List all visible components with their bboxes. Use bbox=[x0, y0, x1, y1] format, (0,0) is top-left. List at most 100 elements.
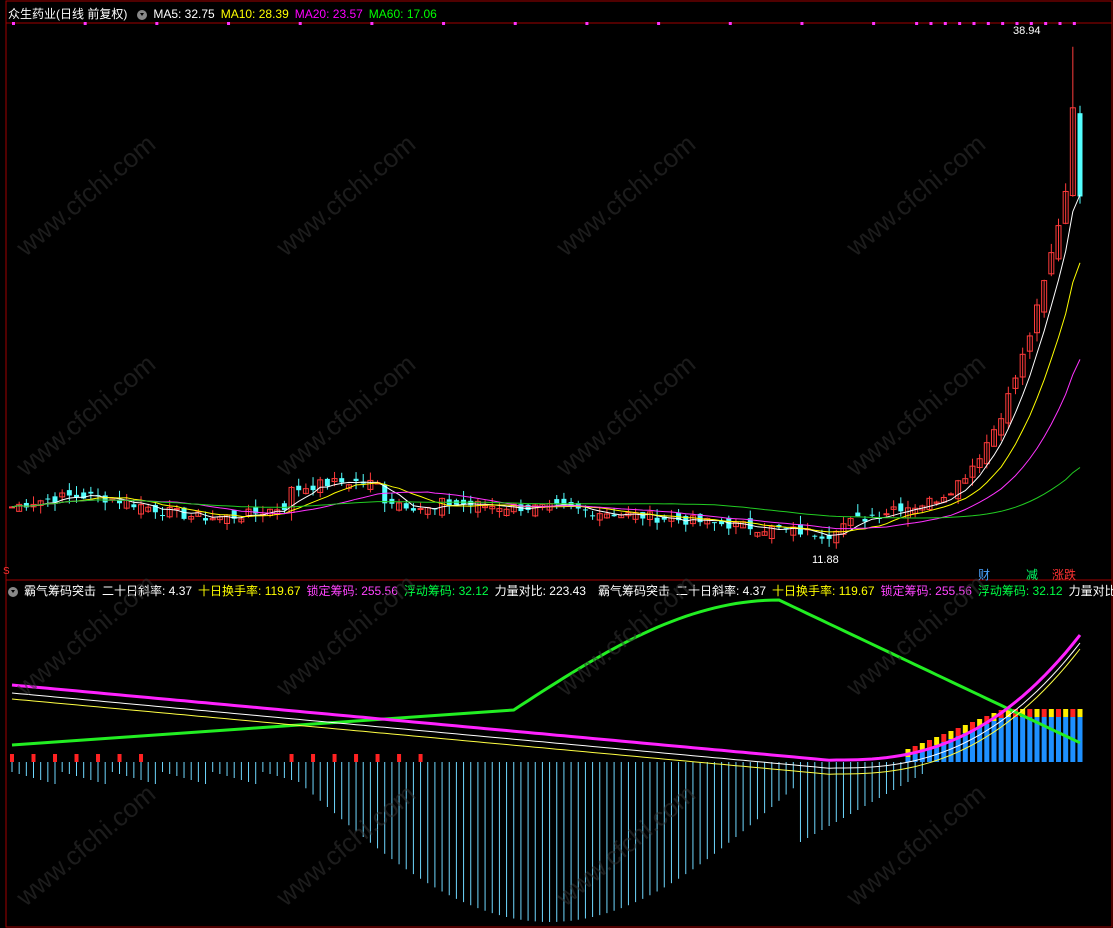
candle-body bbox=[339, 478, 345, 483]
ma-legend: MA5: 32.75 MA10: 28.39 MA20: 23.57 MA60: 17… bbox=[153, 7, 443, 21]
stock-title[interactable]: 众生药业(日线 前复权) bbox=[8, 7, 127, 21]
ma-label-1: MA10: 28.39 bbox=[220, 7, 289, 21]
signal-dot bbox=[1001, 22, 1005, 25]
candle-body bbox=[88, 491, 94, 494]
candle-body bbox=[403, 503, 409, 509]
red-bar bbox=[375, 754, 380, 762]
red-bar bbox=[74, 754, 79, 762]
candle-body bbox=[74, 494, 80, 498]
candle-body bbox=[468, 500, 474, 506]
red-bar bbox=[53, 754, 58, 762]
signal-dot bbox=[1072, 22, 1076, 25]
red-yellow-bar bbox=[1077, 709, 1083, 717]
indicator-legend: 二十日斜率: 4.37 十日换手率: 119.67 锁定筹码: 255.56 浮动筹码… bbox=[102, 584, 592, 598]
signal-dot bbox=[972, 22, 976, 25]
candle-body bbox=[590, 515, 596, 517]
red-yellow-bar bbox=[962, 725, 968, 733]
red-yellow-bar bbox=[941, 734, 947, 742]
red-bar bbox=[332, 754, 337, 762]
red-yellow-bar bbox=[1027, 709, 1033, 717]
signal-dot bbox=[800, 22, 804, 25]
bottom-button-2[interactable]: 涨跌 bbox=[1050, 566, 1078, 583]
bottom-button-0[interactable]: 财 bbox=[976, 566, 992, 583]
signal-dot bbox=[986, 22, 990, 25]
price-low-label: 11.88 bbox=[812, 554, 839, 566]
red-yellow-bar bbox=[955, 728, 961, 736]
red-yellow-bar bbox=[1034, 709, 1040, 717]
candle-body bbox=[160, 515, 166, 517]
candle-body bbox=[819, 536, 825, 539]
price-high-label: 38.94 bbox=[1013, 25, 1041, 37]
signal-dot bbox=[728, 22, 732, 25]
signal-dot bbox=[1044, 22, 1048, 25]
candle-body bbox=[812, 535, 818, 537]
red-yellow-bar bbox=[1055, 709, 1061, 717]
ma-label-3: MA60: 17.06 bbox=[368, 7, 437, 21]
blue-bar bbox=[998, 718, 1004, 762]
signal-dot bbox=[657, 22, 661, 25]
signal-dot bbox=[585, 22, 589, 25]
indicator-value-repeat-4: 力量对比: bbox=[1068, 584, 1113, 598]
candle-body bbox=[947, 493, 954, 496]
candle-body bbox=[654, 517, 660, 523]
side-marker: S bbox=[3, 566, 10, 577]
blue-bar bbox=[1048, 717, 1054, 762]
candle-body bbox=[525, 504, 531, 510]
red-bar bbox=[10, 754, 14, 762]
red-bar bbox=[397, 754, 402, 762]
red-bar bbox=[418, 754, 423, 762]
red-bar bbox=[31, 754, 36, 762]
red-yellow-bar bbox=[934, 737, 940, 745]
signal-dot bbox=[943, 22, 947, 25]
candle-body bbox=[410, 508, 416, 511]
blue-bar bbox=[1077, 717, 1083, 762]
candle-body bbox=[417, 508, 424, 511]
signal-dot bbox=[915, 22, 919, 25]
slope-line bbox=[11, 642, 1081, 769]
red-yellow-bar bbox=[1063, 709, 1069, 717]
ma5-line bbox=[11, 194, 1081, 537]
candle-body bbox=[52, 496, 58, 503]
candle-body bbox=[324, 478, 330, 487]
indicator-name[interactable]: 霸气筹码突击 bbox=[24, 584, 96, 598]
signal-dot bbox=[513, 22, 517, 25]
blue-bar bbox=[1055, 717, 1061, 762]
candle-body bbox=[582, 509, 588, 511]
blue-bar bbox=[1012, 717, 1018, 762]
red-bar bbox=[289, 754, 294, 762]
ma-label-2: MA20: 23.57 bbox=[294, 7, 363, 21]
candle-body bbox=[611, 514, 617, 517]
dropdown-circle-icon[interactable] bbox=[137, 9, 148, 20]
red-yellow-bar bbox=[1070, 709, 1076, 717]
signal-dot bbox=[958, 22, 962, 25]
indicator-dropdown-icon[interactable] bbox=[8, 586, 18, 597]
indicator-value-1: 十日换手率: 119.67 bbox=[198, 584, 301, 598]
signal-dot bbox=[929, 22, 933, 25]
candle-body bbox=[23, 502, 29, 508]
red-bar bbox=[311, 754, 316, 762]
candle-body bbox=[102, 495, 108, 503]
bottom-button-1[interactable]: 减 bbox=[1024, 566, 1040, 583]
candle-body bbox=[203, 518, 209, 521]
red-bar bbox=[354, 754, 359, 762]
candle-body bbox=[869, 514, 875, 516]
signal-dot bbox=[872, 22, 876, 25]
red-yellow-bar bbox=[948, 731, 954, 739]
indicator-value-repeat-1: 十日换手率: 119.67 bbox=[772, 584, 875, 598]
signal-dot bbox=[1058, 22, 1062, 25]
candle-body bbox=[855, 512, 861, 517]
candle-body bbox=[1077, 113, 1083, 197]
ma-label-0: MA5: 32.75 bbox=[153, 7, 215, 21]
red-yellow-bar bbox=[1048, 709, 1054, 717]
candle-body bbox=[45, 498, 51, 500]
blue-bar bbox=[1027, 717, 1033, 762]
blue-bar bbox=[1063, 717, 1069, 762]
candle-body bbox=[66, 490, 72, 496]
indicator-legend-repeat: 二十日斜率: 4.37 十日换手率: 119.67 锁定筹码: 255.56 浮动筹码… bbox=[676, 584, 1113, 598]
price-header: 众生药业(日线 前复权) MA5: 32.75 MA10: 28.39 MA20: 2… bbox=[0, 3, 449, 25]
candle-body bbox=[883, 513, 890, 516]
price-panel bbox=[9, 22, 1083, 549]
locked-chips-line bbox=[11, 634, 1082, 762]
candle-body bbox=[353, 478, 359, 481]
candle-body bbox=[281, 503, 287, 510]
